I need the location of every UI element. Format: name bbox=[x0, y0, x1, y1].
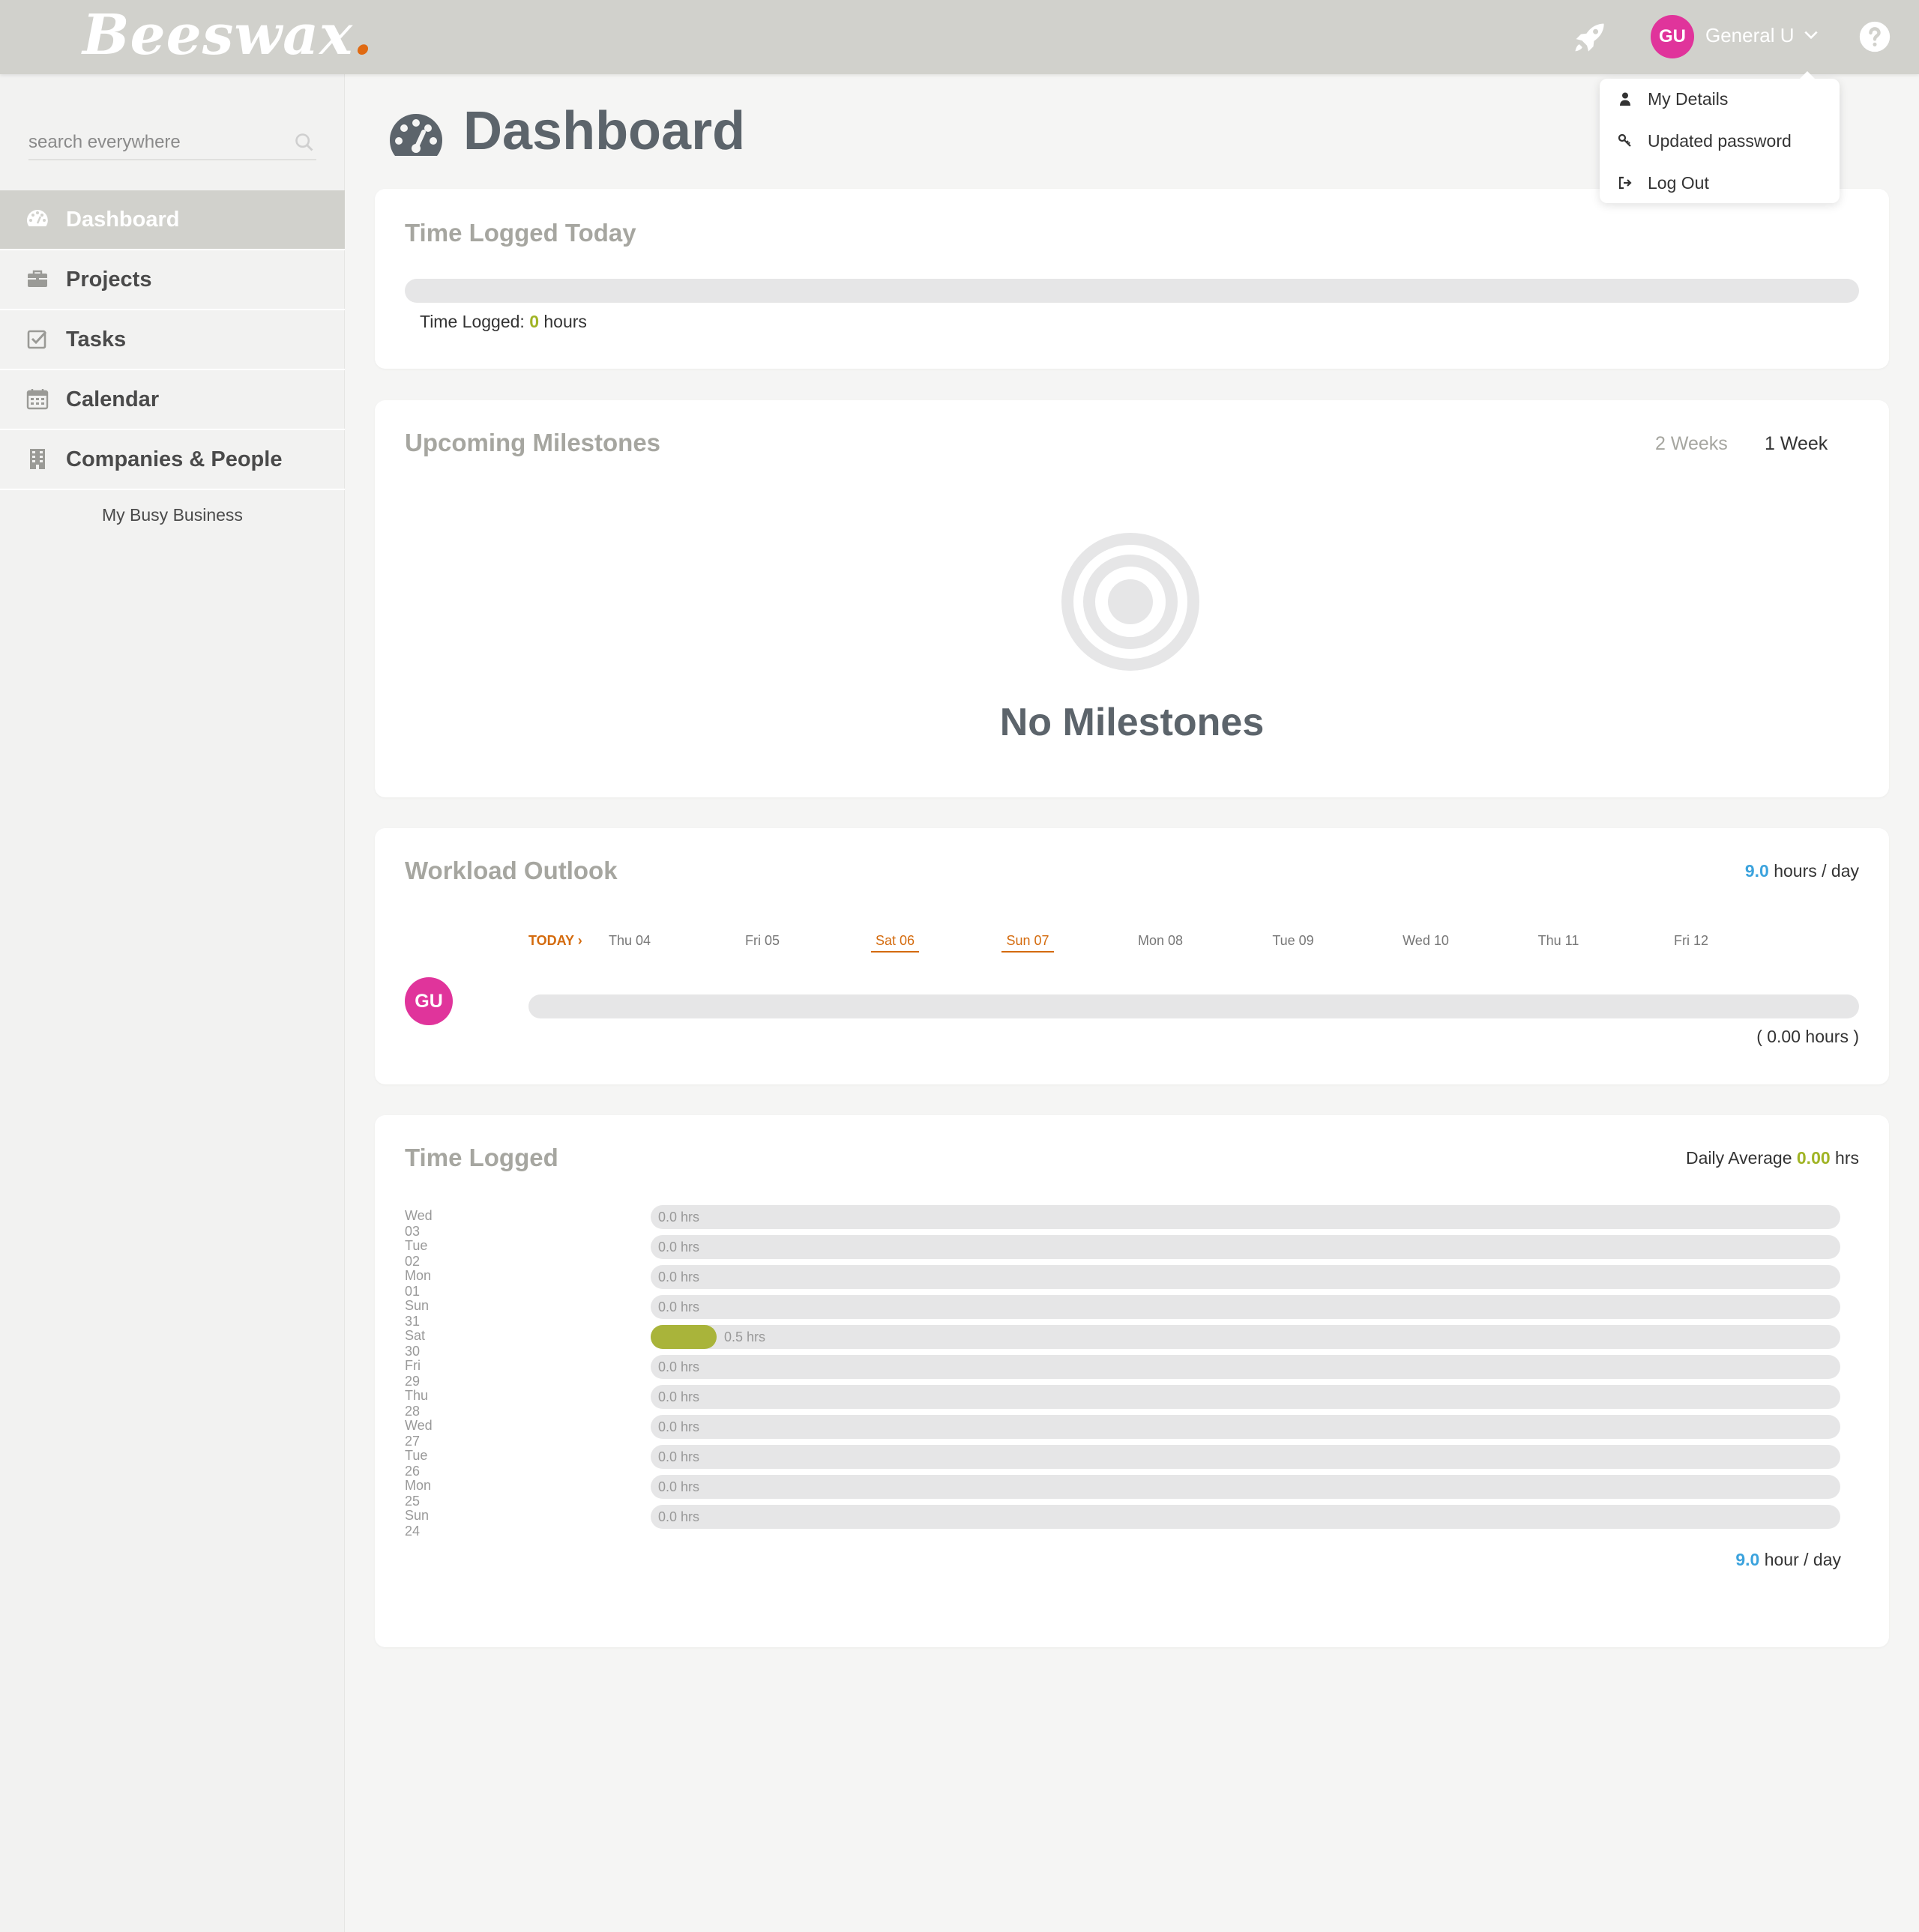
row-hours-track: 0.5 hrs bbox=[651, 1325, 1840, 1349]
row-day-label: Tue 26 bbox=[405, 1448, 428, 1479]
app-logo[interactable]: Beeswax. bbox=[82, 3, 373, 67]
time-logged-today-progress bbox=[405, 279, 1859, 303]
time-logged-today-label: Time Logged: 0 hours bbox=[420, 312, 587, 331]
row-day-label: Sat 30 bbox=[405, 1328, 426, 1359]
user-icon bbox=[1620, 92, 1630, 106]
time-logged-capacity: 9.0 hour / day bbox=[1735, 1550, 1841, 1569]
user-dropdown-menu: My Details Updated password Log Out bbox=[1600, 71, 1840, 203]
menu-item-my-details[interactable]: My Details bbox=[1618, 84, 1728, 114]
dashboard-icon bbox=[27, 210, 48, 226]
search-box bbox=[28, 127, 316, 160]
page-title: Dashboard bbox=[463, 101, 746, 161]
sidebar: Dashboard Projects Tasks Calendar Co bbox=[0, 74, 345, 1932]
workload-day-header: Thu 04 bbox=[608, 933, 651, 948]
workload-outlook-card: Workload Outlook 9.0 hours / day TODAY ›… bbox=[375, 828, 1889, 1084]
row-hours-track: 0.0 hrs bbox=[651, 1385, 1840, 1409]
row-hours-track: 0.0 hrs bbox=[651, 1355, 1840, 1379]
row-hours-track: 0.0 hrs bbox=[651, 1505, 1840, 1529]
top-bar: Beeswax. GU General U bbox=[0, 0, 1919, 74]
row-hours-value: 0.0 hrs bbox=[658, 1359, 700, 1374]
workload-day-header: Wed 10 bbox=[1403, 933, 1449, 948]
row-hours-value: 0.0 hrs bbox=[658, 1270, 700, 1285]
row-day-label: Wed 27 bbox=[405, 1418, 433, 1449]
sidebar-item-tasks[interactable]: Tasks bbox=[0, 310, 345, 370]
dashboard-icon bbox=[390, 114, 442, 156]
briefcase-icon bbox=[28, 270, 47, 287]
chevron-down-icon[interactable] bbox=[1803, 27, 1819, 43]
workload-capacity: 9.0 hours / day bbox=[1744, 861, 1859, 881]
row-hours-track: 0.0 hrs bbox=[651, 1295, 1840, 1319]
sidebar-item-dashboard[interactable]: Dashboard bbox=[0, 190, 345, 250]
user-name[interactable]: General U bbox=[1705, 24, 1795, 47]
calendar-icon bbox=[26, 389, 49, 410]
workload-total: ( 0.00 hours ) bbox=[1756, 1027, 1859, 1046]
daily-average: Daily Average 0.00 hrs bbox=[1686, 1148, 1859, 1168]
user-avatar[interactable]: GU bbox=[1651, 15, 1694, 58]
menu-item-updated-password[interactable]: Updated password bbox=[1618, 126, 1792, 156]
rocket-icon[interactable] bbox=[1570, 18, 1609, 57]
row-hours-track: 0.0 hrs bbox=[651, 1475, 1840, 1499]
today-marker[interactable]: TODAY › bbox=[528, 933, 582, 949]
upcoming-milestones-card: Upcoming Milestones 2 Weeks 1 Week No Mi… bbox=[375, 400, 1889, 797]
sidebar-item-projects[interactable]: Projects bbox=[0, 250, 345, 310]
card-title: Workload Outlook bbox=[405, 857, 618, 884]
row-hours-value: 0.0 hrs bbox=[658, 1389, 700, 1404]
row-hours-track: 0.0 hrs bbox=[651, 1235, 1840, 1259]
row-day-label: Thu 28 bbox=[405, 1388, 429, 1419]
card-title: Time Logged Today bbox=[405, 219, 636, 247]
card-title: Time Logged bbox=[405, 1144, 558, 1171]
logout-icon bbox=[1618, 176, 1632, 190]
range-1-week[interactable]: 1 Week bbox=[1765, 433, 1828, 455]
workload-day-header: Fri 12 bbox=[1673, 933, 1708, 948]
row-hours-track: 0.0 hrs bbox=[651, 1205, 1840, 1229]
sidebar-item-companies-people[interactable]: Companies & People bbox=[0, 430, 345, 490]
workload-day-header: Tue 09 bbox=[1272, 933, 1314, 948]
row-day-label: Fri 29 bbox=[405, 1358, 421, 1389]
menu-item-log-out[interactable]: Log Out bbox=[1618, 168, 1709, 198]
target-icon bbox=[1061, 533, 1199, 671]
row-hours-track: 0.0 hrs bbox=[651, 1445, 1840, 1469]
sidebar-subitem-company[interactable]: My Busy Business bbox=[102, 505, 243, 525]
search-input[interactable] bbox=[28, 127, 283, 157]
empty-state-message: No Milestones bbox=[999, 701, 1265, 744]
row-hours-value: 0.0 hrs bbox=[658, 1509, 700, 1524]
row-hours-track: 0.0 hrs bbox=[651, 1265, 1840, 1289]
workload-day-header: Mon 08 bbox=[1137, 933, 1184, 948]
row-hours-value: 0.0 hrs bbox=[658, 1449, 700, 1464]
help-icon[interactable] bbox=[1858, 20, 1891, 53]
row-hours-fill bbox=[651, 1325, 717, 1349]
workload-day-header: Sun 07 bbox=[986, 933, 1069, 953]
workload-bar bbox=[528, 994, 1859, 1018]
user-avatar[interactable]: GU bbox=[405, 977, 453, 1025]
row-day-label: Mon 01 bbox=[405, 1268, 432, 1299]
search-icon[interactable] bbox=[294, 132, 315, 153]
row-hours-value: 0.0 hrs bbox=[658, 1479, 700, 1494]
row-hours-value: 0.0 hrs bbox=[658, 1299, 700, 1314]
sidebar-item-calendar[interactable]: Calendar bbox=[0, 370, 345, 430]
row-day-label: Sun 31 bbox=[405, 1298, 430, 1329]
workload-day-header: Fri 05 bbox=[744, 933, 780, 948]
range-2-weeks[interactable]: 2 Weeks bbox=[1655, 433, 1728, 455]
workload-day-header: Thu 11 bbox=[1537, 933, 1579, 948]
workload-day-header: Sat 06 bbox=[854, 933, 936, 953]
building-icon bbox=[30, 449, 45, 469]
time-logged-today-card: Time Logged Today Time Logged: 0 hours bbox=[375, 189, 1889, 369]
key-icon bbox=[1618, 133, 1631, 147]
row-hours-value: 0.0 hrs bbox=[658, 1240, 700, 1255]
time-logged-card: Time Logged Daily Average 0.00 hrs Wed 0… bbox=[375, 1115, 1889, 1647]
card-title: Upcoming Milestones bbox=[405, 429, 661, 456]
row-day-label: Tue 02 bbox=[405, 1238, 428, 1269]
row-hours-value: 0.5 hrs bbox=[724, 1329, 766, 1344]
row-day-label: Mon 25 bbox=[405, 1478, 432, 1509]
row-day-label: Wed 03 bbox=[405, 1208, 433, 1239]
row-day-label: Sun 24 bbox=[405, 1508, 430, 1539]
row-hours-track: 0.0 hrs bbox=[651, 1415, 1840, 1439]
row-hours-value: 0.0 hrs bbox=[658, 1210, 700, 1225]
chevron-right-icon: › bbox=[577, 933, 582, 948]
row-hours-value: 0.0 hrs bbox=[658, 1419, 700, 1434]
checkbox-icon bbox=[27, 330, 47, 349]
